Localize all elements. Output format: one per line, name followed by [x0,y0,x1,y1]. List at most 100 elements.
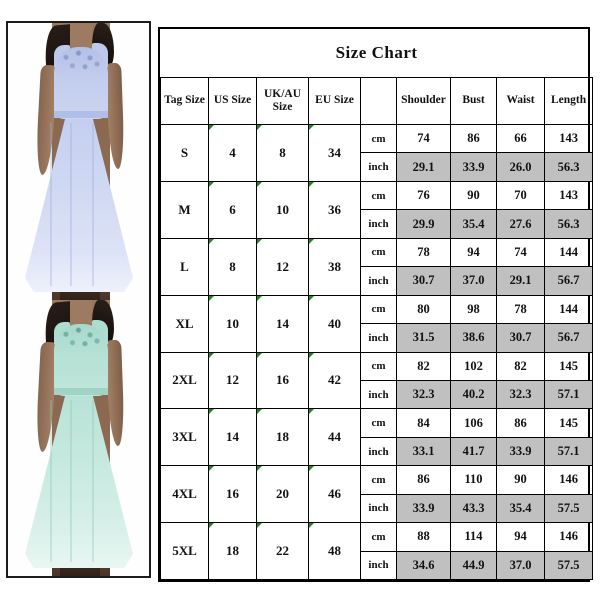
cell-cm-shoulder: 84 [396,408,451,438]
comment-marker-icon [309,466,314,472]
comment-marker-icon [309,238,314,244]
comment-marker-icon [209,181,214,187]
cell-inch-bust: 37.0 [450,266,497,296]
cell-cm-bust: 86 [450,123,497,154]
column-header-bust: Bust [450,77,497,125]
cell-inch-waist: 29.1 [496,266,545,296]
dress-lace-applique [56,47,106,81]
cell-eu-size: 48 [308,522,361,580]
cell-cm-shoulder: 76 [396,180,451,211]
cell-cm-waist: 70 [496,180,545,211]
dress-fold [92,123,94,286]
table-row: 3XL 14 18 44 cm 84 106 86 145 [160,408,594,467]
comment-marker-icon [209,466,214,472]
comment-marker-icon [257,125,262,130]
cell-cm-shoulder: 88 [396,522,451,552]
comment-marker-icon [257,523,262,529]
cell-cm-length: 145 [543,408,594,438]
cell-tag-size: 3XL [160,408,209,467]
dress-fold [50,400,52,562]
cell-unit-inch: inch [360,209,397,239]
cell-unit-inch: inch [360,266,397,296]
cell-us-size: 14 [208,408,257,467]
cell-unit-cm: cm [360,123,397,154]
cell-inch-bust: 41.7 [450,436,497,467]
product-image-lavender [8,23,149,300]
page-title: Size Chart [160,29,593,78]
cell-inch-waist: 33.9 [496,436,545,467]
comment-marker-icon [309,295,314,301]
cell-unit-inch: inch [360,493,397,524]
cell-uk-au-size: 22 [256,522,309,580]
cell-inch-shoulder: 34.6 [396,550,451,581]
cell-us-size: 6 [208,180,257,239]
comment-marker-icon [257,352,262,358]
cell-cm-bust: 98 [450,294,497,325]
dress-fold [92,400,94,562]
cell-inch-bust: 38.6 [450,323,497,353]
cell-cm-shoulder: 86 [396,465,451,495]
column-header-eu-size: EU Size [308,77,361,125]
cell-eu-size: 44 [308,408,361,467]
model-figure-lavender [8,23,149,300]
cell-inch-bust: 33.9 [450,152,497,182]
cell-cm-length: 146 [543,465,594,495]
product-image-mint [8,300,149,576]
cell-unit-cm: cm [360,408,397,438]
column-header-us-size: US Size [208,77,257,125]
product-image-panel [6,21,151,578]
dress-lace-applique [56,324,106,358]
cell-inch-waist: 37.0 [496,550,545,581]
cell-inch-bust: 40.2 [450,379,497,410]
cell-us-size: 18 [208,522,257,580]
cell-inch-waist: 26.0 [496,152,545,182]
model-figure-mint [8,300,149,576]
column-header-uk-au-size: UK/AU Size [256,77,309,125]
cell-inch-waist: 35.4 [496,493,545,524]
size-chart-table: Size Chart Tag Size US Size UK/AU Size EU Si… [160,29,594,581]
cell-unit-cm: cm [360,465,397,495]
cell-tag-size: M [160,180,209,239]
cell-cm-bust: 102 [450,351,497,381]
cell-inch-length: 57.5 [543,493,594,524]
cell-unit-inch: inch [360,379,397,410]
comment-marker-icon [257,238,262,244]
cell-tag-size: 4XL [160,465,209,524]
cell-us-size: 10 [208,294,257,353]
comment-marker-icon [209,409,214,415]
cell-inch-shoulder: 32.3 [396,379,451,410]
chart-title-row: Size Chart [160,29,593,78]
table-row: 2XL 12 16 42 cm 82 102 82 145 [160,351,594,410]
cell-tag-size: 2XL [160,351,209,410]
cell-uk-au-size: 12 [256,237,309,296]
cell-uk-au-size: 8 [256,124,309,182]
size-chart-page: Size Chart Tag Size US Size UK/AU Size EU Si… [0,0,600,600]
column-header-unit [360,77,397,125]
cell-tag-size: L [160,237,209,296]
comment-marker-icon [209,523,214,529]
comment-marker-icon [309,181,314,187]
column-header-waist: Waist [496,77,545,125]
cell-inch-shoulder: 29.9 [396,209,451,239]
cell-unit-inch: inch [360,436,397,467]
cell-cm-bust: 114 [450,522,497,552]
dress-fold [50,123,52,286]
cell-inch-bust: 35.4 [450,209,497,239]
cell-eu-size: 42 [308,351,361,410]
cell-cm-waist: 86 [496,408,545,438]
cell-us-size: 4 [208,124,257,182]
cell-inch-length: 56.7 [543,266,594,296]
comment-marker-icon [257,466,262,472]
cell-cm-waist: 90 [496,465,545,495]
comment-marker-icon [257,409,262,415]
comment-marker-icon [309,125,314,130]
cell-inch-length: 57.1 [543,379,594,410]
cell-cm-shoulder: 74 [396,123,451,154]
cell-uk-au-size: 14 [256,294,309,353]
cell-inch-waist: 32.3 [496,379,545,410]
cell-inch-shoulder: 29.1 [396,152,451,182]
cell-eu-size: 38 [308,237,361,296]
cell-eu-size: 34 [308,124,361,182]
cell-inch-shoulder: 33.1 [396,436,451,467]
cell-inch-shoulder: 33.9 [396,493,451,524]
